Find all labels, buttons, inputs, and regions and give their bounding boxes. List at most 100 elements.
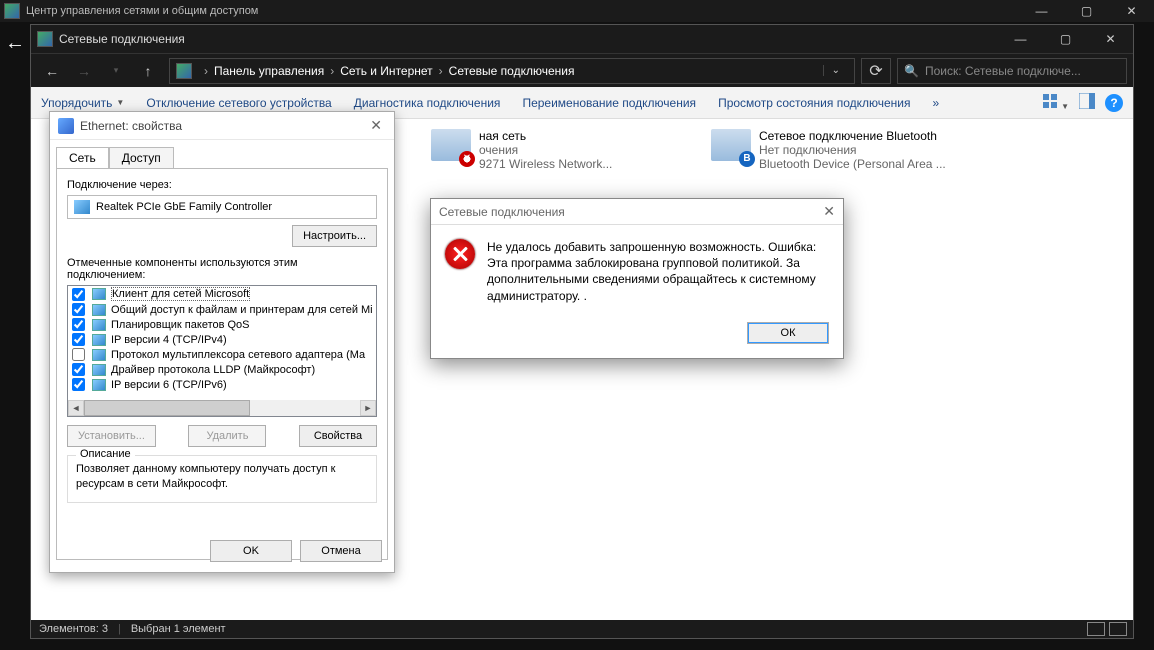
error-dialog: Сетевые подключения ✕ Не удалось добавит… bbox=[430, 198, 844, 359]
component-checkbox[interactable] bbox=[72, 303, 85, 316]
refresh-button[interactable]: ⟳ bbox=[861, 58, 891, 84]
nav-history-dropdown[interactable]: ▾ bbox=[101, 58, 131, 84]
inner-maximize-button[interactable]: ▢ bbox=[1043, 25, 1088, 53]
adapter-icon bbox=[58, 118, 74, 134]
properties-cancel-button[interactable]: Отмена bbox=[300, 540, 382, 562]
error-ok-button[interactable]: ОК bbox=[747, 322, 829, 344]
wifi-disconnected-icon bbox=[431, 129, 471, 169]
toolbar-overflow[interactable]: » bbox=[933, 96, 940, 110]
component-icon bbox=[92, 319, 106, 331]
disable-device-button[interactable]: Отключение сетевого устройства bbox=[146, 96, 331, 110]
tab-network[interactable]: Сеть bbox=[56, 147, 109, 169]
view-large-icon[interactable] bbox=[1109, 622, 1127, 636]
component-row[interactable]: Драйвер протокола LLDP (Майкрософт) bbox=[68, 362, 376, 377]
breadcrumb-item[interactable]: Сетевые подключения bbox=[449, 64, 575, 78]
breadcrumb-item[interactable]: Панель управления bbox=[214, 64, 324, 78]
install-button[interactable]: Установить... bbox=[67, 425, 156, 447]
uninstall-button[interactable]: Удалить bbox=[188, 425, 266, 447]
properties-title: Ethernet: свойства bbox=[80, 119, 182, 133]
tab-network-panel: Подключение через: Realtek PCIe GbE Fami… bbox=[56, 168, 388, 560]
component-row[interactable]: Клиент для сетей Microsoft bbox=[68, 286, 376, 302]
component-checkbox[interactable] bbox=[72, 363, 85, 376]
properties-close-button[interactable]: ✕ bbox=[366, 117, 386, 134]
component-properties-button[interactable]: Свойства bbox=[299, 425, 377, 447]
component-checkbox[interactable] bbox=[72, 348, 85, 361]
view-details-icon[interactable] bbox=[1087, 622, 1105, 636]
component-row[interactable]: IP версии 6 (TCP/IPv6) bbox=[68, 377, 376, 392]
view-status-button[interactable]: Просмотр состояния подключения bbox=[718, 96, 910, 110]
connection-name: Сетевое подключение Bluetooth bbox=[759, 129, 946, 143]
scroll-right-button[interactable]: ► bbox=[360, 400, 376, 416]
component-checkbox[interactable] bbox=[72, 378, 85, 391]
component-icon bbox=[92, 304, 106, 316]
properties-ok-button[interactable]: OK bbox=[210, 540, 292, 562]
network-connections-icon bbox=[37, 31, 53, 47]
component-label: Протокол мультиплексора сетевого адаптер… bbox=[111, 349, 365, 361]
organize-menu[interactable]: Упорядочить ▼ bbox=[41, 96, 124, 110]
address-dropdown[interactable]: ⌄ bbox=[823, 65, 848, 76]
adapter-field: Realtek PCIe GbE Family Controller bbox=[67, 195, 377, 219]
component-row[interactable]: Протокол мультиплексора сетевого адаптер… bbox=[68, 347, 376, 362]
component-row[interactable]: Общий доступ к файлам и принтерам для се… bbox=[68, 302, 376, 317]
status-count: Элементов: 3 bbox=[39, 623, 108, 635]
component-label: Планировщик пакетов QoS bbox=[111, 319, 250, 331]
status-bar: Элементов: 3 | Выбран 1 элемент bbox=[31, 620, 1133, 638]
nav-forward-button[interactable]: → bbox=[69, 58, 99, 84]
inner-window-title: Сетевые подключения bbox=[59, 32, 185, 46]
ethernet-properties-dialog: Ethernet: свойства ✕ Сеть Доступ Подключ… bbox=[49, 111, 395, 573]
outer-window-titlebar: Центр управления сетями и общим доступом… bbox=[0, 0, 1154, 22]
component-label: IP версии 4 (TCP/IPv4) bbox=[111, 334, 227, 346]
nav-back-button[interactable]: ← bbox=[37, 58, 67, 84]
tab-access[interactable]: Доступ bbox=[109, 147, 174, 169]
inner-titlebar: Сетевые подключения — ▢ ✕ bbox=[31, 25, 1133, 53]
nic-icon bbox=[74, 200, 90, 214]
connection-item[interactable]: ная сеть очения 9271 Wireless Network... bbox=[431, 129, 681, 171]
preview-pane-button[interactable] bbox=[1079, 93, 1095, 112]
breadcrumb-item[interactable]: Сеть и Интернет bbox=[340, 64, 432, 78]
configure-button[interactable]: Настроить... bbox=[292, 225, 377, 247]
connection-adapter: 9271 Wireless Network... bbox=[479, 157, 612, 171]
outer-minimize-button[interactable]: — bbox=[1019, 0, 1064, 22]
rename-button[interactable]: Переименование подключения bbox=[522, 96, 696, 110]
search-box[interactable]: 🔍 Поиск: Сетевые подключе... bbox=[897, 58, 1127, 84]
outer-back-button[interactable]: ← bbox=[0, 24, 30, 62]
component-icon bbox=[92, 349, 106, 361]
outer-window-title: Центр управления сетями и общим доступом bbox=[26, 5, 258, 17]
help-button[interactable]: ? bbox=[1105, 94, 1123, 112]
outer-close-button[interactable]: ✕ bbox=[1109, 0, 1154, 22]
description-group: Описание Позволяет данному компьютеру по… bbox=[67, 455, 377, 503]
view-mode-button[interactable]: ▼ bbox=[1042, 93, 1069, 112]
component-label: Общий доступ к файлам и принтерам для се… bbox=[111, 304, 373, 316]
scroll-left-button[interactable]: ◄ bbox=[68, 400, 84, 416]
properties-tabs: Сеть Доступ bbox=[50, 140, 394, 168]
breadcrumb-sep: › bbox=[439, 64, 443, 78]
error-close-button[interactable]: ✕ bbox=[823, 203, 835, 220]
outer-maximize-button[interactable]: ▢ bbox=[1064, 0, 1109, 22]
inner-minimize-button[interactable]: — bbox=[998, 25, 1043, 53]
chevron-down-icon: ▼ bbox=[116, 98, 124, 107]
component-checkbox[interactable] bbox=[72, 333, 85, 346]
connection-state: очения bbox=[479, 143, 612, 157]
diagnose-button[interactable]: Диагностика подключения bbox=[354, 96, 501, 110]
breadcrumb-sep: › bbox=[330, 64, 334, 78]
description-legend: Описание bbox=[76, 448, 135, 460]
component-checkbox[interactable] bbox=[72, 318, 85, 331]
scrollbar-thumb[interactable] bbox=[84, 400, 250, 416]
horizontal-scrollbar[interactable]: ◄ ► bbox=[68, 400, 376, 416]
component-checkbox[interactable] bbox=[72, 288, 85, 301]
address-bar[interactable]: › Панель управления › Сеть и Интернет › … bbox=[169, 58, 855, 84]
nav-up-button[interactable]: ↑ bbox=[133, 58, 163, 84]
adapter-name: Realtek PCIe GbE Family Controller bbox=[96, 201, 272, 213]
bluetooth-icon bbox=[711, 129, 751, 169]
status-selection: Выбран 1 элемент bbox=[131, 623, 226, 635]
properties-titlebar: Ethernet: свойства ✕ bbox=[50, 112, 394, 140]
inner-close-button[interactable]: ✕ bbox=[1088, 25, 1133, 53]
connection-name: ная сеть bbox=[479, 129, 612, 143]
search-placeholder: Поиск: Сетевые подключе... bbox=[925, 64, 1081, 78]
component-row[interactable]: Планировщик пакетов QoS bbox=[68, 317, 376, 332]
description-text: Позволяет данному компьютеру получать до… bbox=[76, 462, 368, 492]
components-listbox[interactable]: Клиент для сетей Microsoft Общий доступ к… bbox=[67, 285, 377, 417]
component-row[interactable]: IP версии 4 (TCP/IPv4) bbox=[68, 332, 376, 347]
connection-item[interactable]: Сетевое подключение Bluetooth Нет подклю… bbox=[711, 129, 961, 171]
search-icon: 🔍 bbox=[904, 64, 919, 78]
